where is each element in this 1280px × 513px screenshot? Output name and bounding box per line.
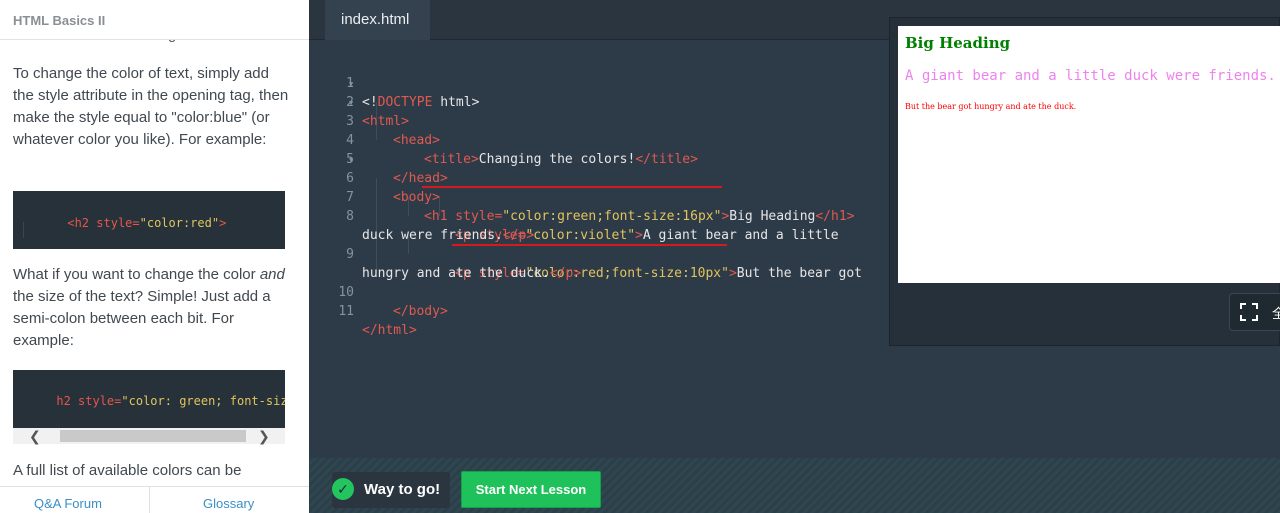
lesson-paragraph: A full list of available colors can be bbox=[13, 462, 242, 479]
code-token: style= bbox=[70, 394, 122, 408]
lesson-header: HTML Basics II bbox=[0, 0, 309, 40]
line-number: 11 bbox=[338, 304, 354, 319]
code-editor[interactable]: 1 <!DOCTYPE html> 2 ▼ <html> 3 ▼ <head> 4 … bbox=[309, 40, 889, 458]
lesson-panel: g HTML Basics II To change the color of … bbox=[0, 0, 309, 513]
code-token: "color: green; font-size:12px" bbox=[121, 394, 285, 408]
annotation-underline bbox=[422, 186, 722, 188]
lesson-footer: Q&A Forum Glossary bbox=[0, 486, 309, 513]
code-token: style= bbox=[89, 216, 140, 230]
scroll-right-icon[interactable]: ❯ bbox=[258, 428, 270, 444]
lesson-paragraph: What if you want to change the color and… bbox=[13, 264, 293, 352]
fullscreen-label: 全 bbox=[1272, 306, 1280, 321]
preview-pane: Big Heading A giant bear and a little du… bbox=[889, 17, 1280, 346]
code-example: h2 style="color: green; font-size:12px" bbox=[13, 370, 285, 428]
tab-index-html[interactable]: index.html bbox=[325, 0, 430, 40]
start-next-lesson-button[interactable]: Start Next Lesson bbox=[461, 471, 601, 508]
preview-paragraph-red: But the bear got hungry and ate the duck… bbox=[905, 102, 1077, 111]
code-token: "color:red" bbox=[139, 216, 220, 230]
code-line[interactable]: 1 <!DOCTYPE html> bbox=[309, 55, 889, 110]
lesson-text-run: the size of the text? Simple! Just add a… bbox=[13, 288, 271, 349]
lesson-text-run: What if you want to change the color bbox=[13, 266, 260, 283]
scrollbar-thumb[interactable] bbox=[60, 430, 246, 442]
code-token: h2 bbox=[56, 394, 71, 408]
code-line-wrap[interactable]: duck were friends.</p> bbox=[309, 207, 889, 243]
horizontal-scrollbar[interactable]: ❮ ❯ bbox=[13, 428, 285, 444]
code-line[interactable]: 2 ▼ <html> bbox=[309, 74, 889, 129]
preview-heading: Big Heading bbox=[905, 34, 1011, 52]
code-line[interactable]: 3 ▼ <head> bbox=[309, 93, 889, 148]
glossary-link[interactable]: Glossary bbox=[203, 496, 254, 511]
code-line[interactable]: 10 </body> bbox=[309, 264, 889, 319]
success-message: Way to go! bbox=[364, 481, 441, 498]
lesson-paragraph: To change the color of text, simply add … bbox=[13, 65, 289, 148]
success-badge: ✓ Way to go! bbox=[332, 472, 450, 508]
code-line[interactable]: 9 <p style="color:red;font-size:10px">Bu… bbox=[309, 226, 889, 281]
code-line[interactable]: 6 ▼ <body> bbox=[309, 150, 889, 205]
scroll-left-icon[interactable]: ❮ bbox=[29, 428, 41, 444]
fullscreen-icon bbox=[1240, 303, 1258, 321]
code-token: > bbox=[219, 216, 227, 230]
divider bbox=[149, 487, 150, 513]
preview-frame: Big Heading A giant bear and a little du… bbox=[898, 26, 1280, 283]
qa-forum-link[interactable]: Q&A Forum bbox=[34, 496, 102, 511]
preview-paragraph-violet: A giant bear and a little duck were frie… bbox=[905, 68, 1276, 84]
code-line[interactable]: 5 </head> bbox=[309, 131, 889, 186]
action-bar bbox=[309, 458, 1280, 513]
code-line-wrap[interactable]: hungry and ate the duck.</p> bbox=[309, 245, 889, 281]
fold-arrow-icon[interactable]: ▼ bbox=[349, 75, 353, 94]
fold-arrow-icon[interactable]: ▼ bbox=[349, 151, 353, 170]
code-line[interactable]: 11 </html> bbox=[309, 283, 889, 338]
code-token: </html> bbox=[362, 323, 417, 338]
code-token: </body> bbox=[393, 304, 448, 319]
fullscreen-button[interactable]: 全 bbox=[1229, 293, 1280, 331]
annotation-underline bbox=[452, 244, 727, 246]
code-line[interactable]: 8 <p style="color:violet">A giant bear a… bbox=[309, 188, 889, 243]
code-example: <h2 style="color:red"> bbox=[13, 191, 285, 249]
code-token: <h2 bbox=[67, 216, 90, 230]
fold-arrow-icon[interactable]: ▼ bbox=[349, 94, 353, 113]
code-line[interactable]: 4 <title>Changing the colors!</title> bbox=[309, 112, 889, 167]
emphasis: and bbox=[259, 266, 285, 283]
check-circle-icon: ✓ bbox=[332, 478, 354, 500]
lesson-title: HTML Basics II bbox=[13, 13, 106, 28]
